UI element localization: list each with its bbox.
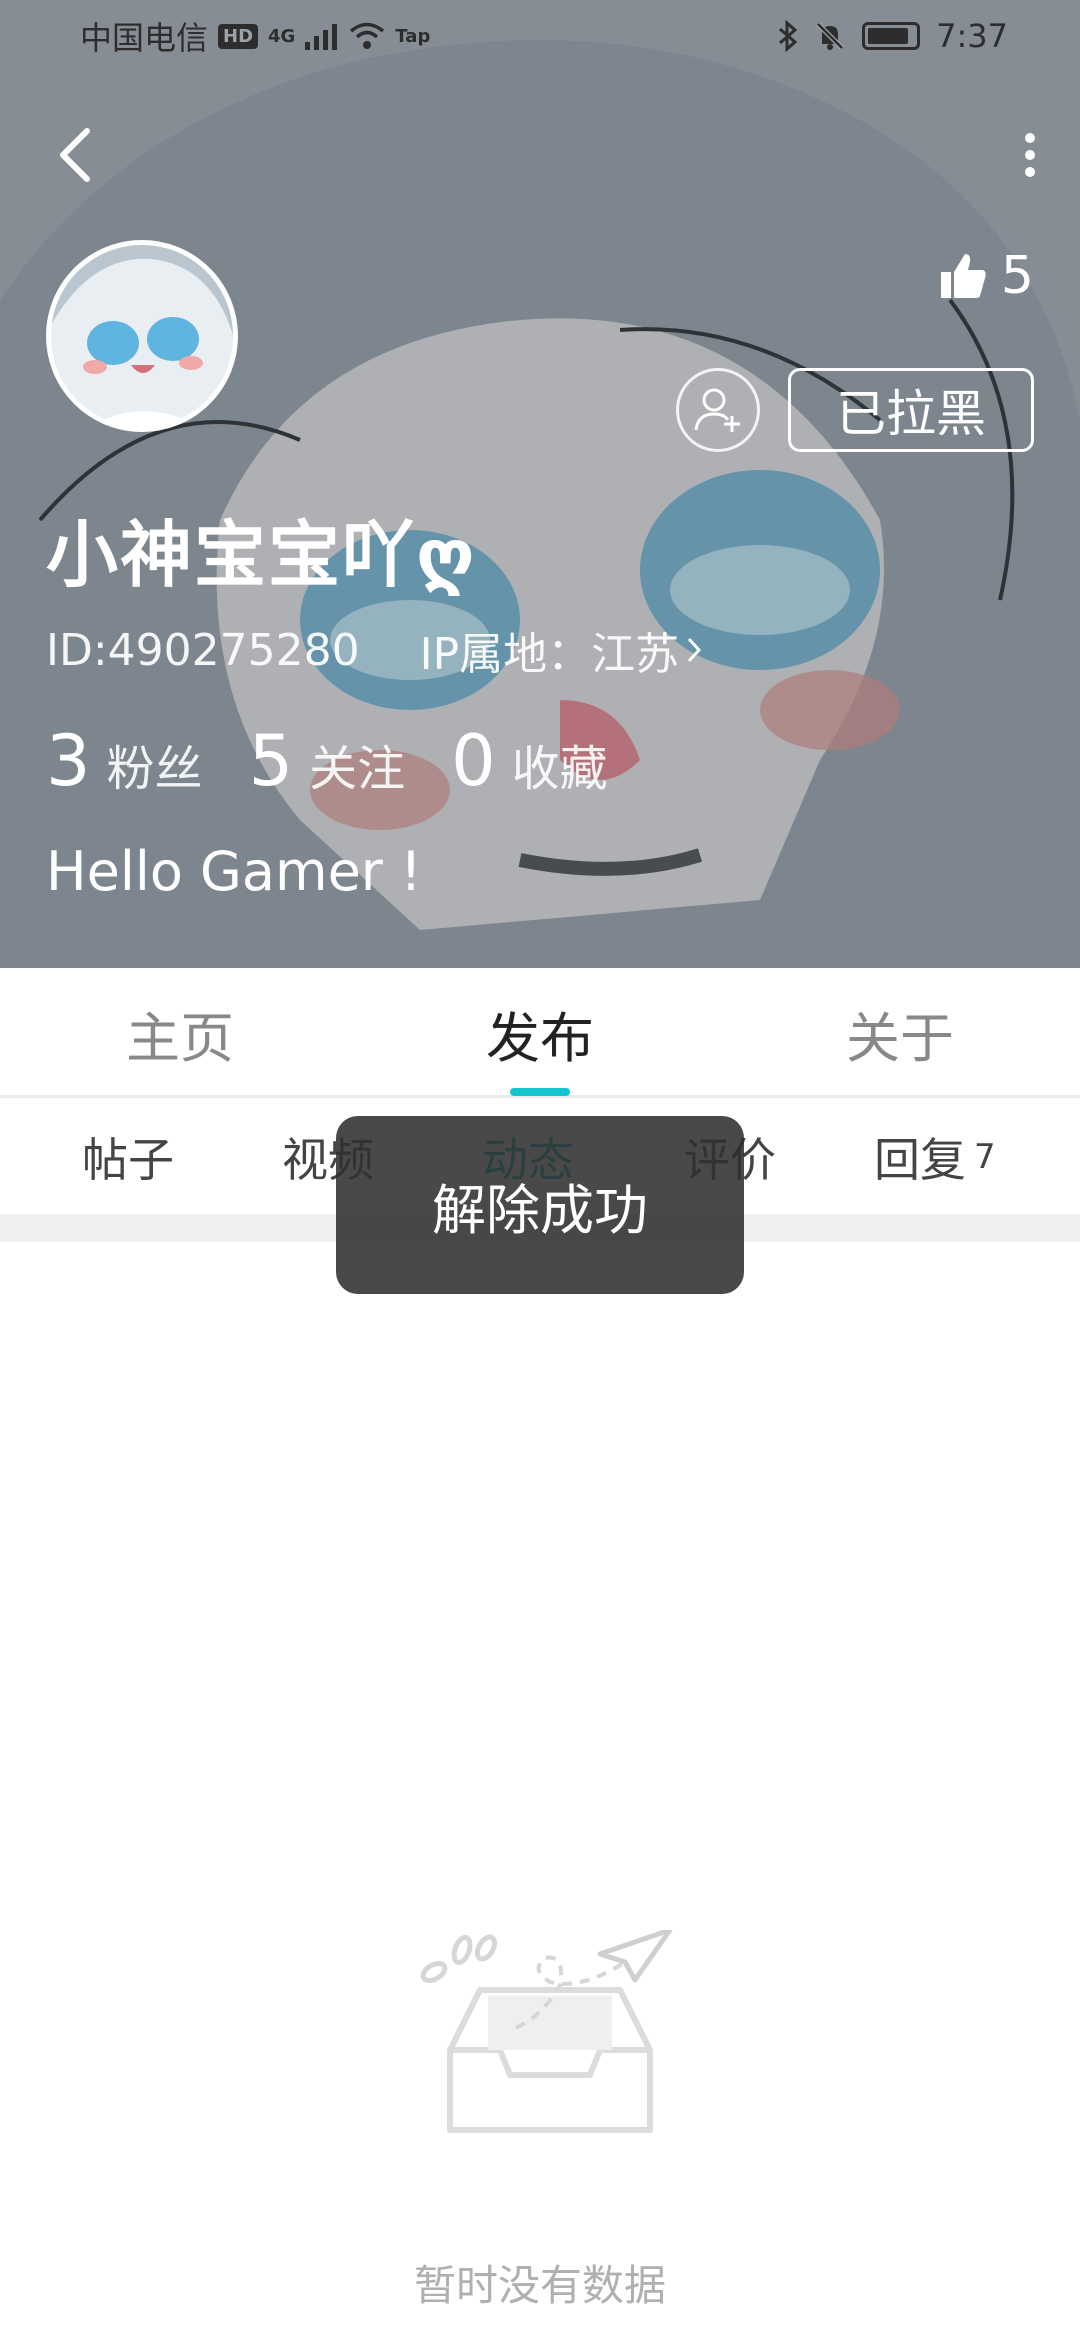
top-nav: [0, 110, 1080, 200]
tab-about[interactable]: 关于: [780, 968, 1020, 1098]
profile-stats: 3 粉丝 5 关注 0 收藏: [46, 720, 608, 802]
stat-favorites[interactable]: 0 收藏: [451, 720, 608, 802]
user-id: ID:490275280: [46, 624, 360, 676]
user-bio: Hello Gamer !: [46, 840, 422, 903]
id-row: ID:490275280 IP属地：江苏: [46, 618, 703, 682]
back-button[interactable]: [40, 120, 110, 190]
avatar[interactable]: [46, 240, 238, 432]
more-vertical-icon: [1025, 133, 1035, 177]
bluetooth-icon: [779, 20, 798, 52]
active-tab-indicator: [510, 1088, 570, 1096]
chevron-right-icon: [688, 637, 702, 663]
wifi-icon: [350, 22, 385, 49]
mute-bell-icon: [816, 22, 844, 50]
status-left: 中国电信 HD 4G Tap: [80, 13, 430, 59]
tab-posts[interactable]: 发布: [420, 968, 660, 1098]
ip-location-text: IP属地：江苏: [419, 629, 680, 680]
stat-value: 5: [248, 720, 294, 802]
add-friend-icon: [694, 388, 740, 432]
network-type: 4G: [268, 25, 296, 47]
status-bar: 中国电信 HD 4G Tap 7:37: [0, 0, 1080, 72]
stat-following[interactable]: 5 关注: [249, 720, 406, 802]
more-button[interactable]: [1000, 120, 1060, 190]
signal-icon: [305, 24, 338, 50]
battery-icon: [862, 22, 921, 50]
carrier-text: 中国电信: [80, 19, 209, 57]
stat-value: 3: [46, 720, 91, 802]
tap-app-badge: Tap: [395, 25, 431, 47]
avatar-image: [51, 245, 233, 427]
stat-label: 收藏: [511, 741, 608, 797]
thumbs-up-icon: [940, 254, 986, 298]
likes-count: 5: [1000, 246, 1034, 306]
stat-label: 关注: [309, 741, 406, 797]
tab-home[interactable]: 主页: [60, 968, 300, 1098]
status-right: 7:37: [778, 17, 1008, 55]
username: 小神宝宝吖ღ: [46, 513, 477, 597]
stat-label: 粉丝: [106, 741, 203, 797]
hd-badge: HD: [218, 23, 259, 49]
likes-counter[interactable]: 5: [939, 246, 1034, 306]
clock-text: 7:37: [936, 17, 1008, 55]
subtab-count: 7: [974, 1137, 996, 1177]
empty-state-text: 暂时没有数据: [413, 2261, 666, 2310]
subtab-label: 帖子: [82, 1133, 174, 1187]
empty-inbox-icon: [420, 1930, 673, 2133]
toast-message: 解除成功: [336, 1116, 744, 1294]
blocked-button[interactable]: 已拉黑: [788, 368, 1034, 452]
subtab-label: 回复: [874, 1133, 966, 1187]
stat-fans[interactable]: 3 粉丝: [46, 720, 203, 802]
stat-value: 0: [451, 720, 496, 802]
main-tabs: 主页 发布 关于: [0, 968, 1080, 1098]
back-arrow-icon: [60, 128, 90, 182]
add-friend-button[interactable]: [676, 368, 760, 452]
subtab-threads[interactable]: 帖子: [82, 1100, 174, 1214]
subtab-replies[interactable]: 回复 7: [874, 1100, 996, 1214]
ip-location-link[interactable]: IP属地：江苏: [420, 618, 704, 682]
